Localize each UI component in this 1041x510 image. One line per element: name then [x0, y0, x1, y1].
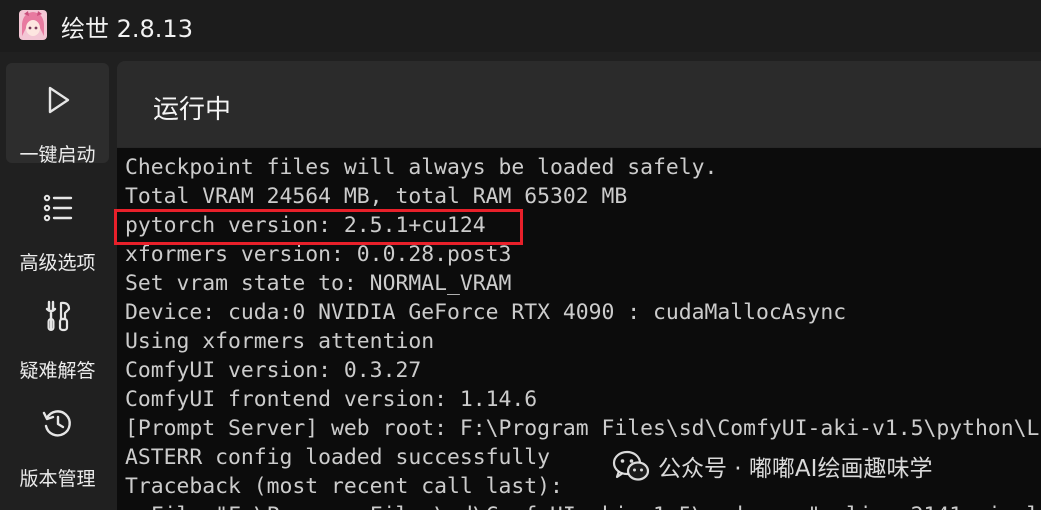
anime-avatar-icon — [19, 10, 47, 40]
console-line: pytorch version: 2.5.1+cu124 — [125, 213, 486, 238]
console-line: Checkpoint files will always be loaded s… — [125, 155, 718, 180]
play-icon — [48, 86, 69, 114]
console-line: Set vram state to: NORMAL_VRAM — [125, 271, 512, 296]
sidebar-item-launch[interactable]: 一键启动 — [6, 63, 109, 166]
console-output[interactable]: Checkpoint files will always be loaded s… — [117, 148, 1041, 510]
console-line: Traceback (most recent call last): — [125, 474, 563, 499]
panel-header: 运行中 — [117, 61, 1041, 147]
sidebar-item-label: 疑难解答 — [19, 360, 96, 382]
page-title: 运行中 — [153, 95, 232, 125]
console-line: ComfyUI version: 0.3.27 — [125, 358, 422, 383]
sidebar-item-label: 一键启动 — [19, 144, 96, 166]
console-line: ASTERR config loaded successfully — [125, 445, 550, 470]
console-line: Device: cuda:0 NVIDIA GeForce RTX 4090 :… — [125, 300, 847, 325]
console-line: ComfyUI frontend version: 1.14.6 — [125, 387, 538, 412]
console-line: Using xformers attention — [125, 329, 435, 354]
sidebar: 一键启动 高级选项 疑难解答 版本管理 — [0, 52, 116, 510]
title-bar: 绘世 2.8.13 — [0, 0, 1041, 52]
console-line: [Prompt Server] web root: F:\Program Fil… — [125, 416, 1041, 441]
sidebar-item-advanced[interactable]: 高级选项 — [6, 171, 109, 274]
sidebar-item-troubleshoot[interactable]: 疑难解答 — [6, 279, 109, 382]
console-line: File "F:\Program Files\sd\ComfyUI-aki-v1… — [125, 501, 1041, 510]
window-title: 绘世 2.8.13 — [61, 15, 193, 43]
console-line: Total VRAM 24564 MB, total RAM 65302 MB — [125, 184, 628, 209]
sidebar-item-version[interactable]: 版本管理 — [6, 387, 109, 490]
sidebar-item-label: 高级选项 — [19, 252, 96, 274]
console-lines: Checkpoint files will always be loaded s… — [125, 153, 1041, 510]
main-panel: 运行中 Checkpoint files will always be load… — [117, 61, 1041, 510]
app-window: 绘世 2.8.13 一键启动 高级选项 疑难解答 版本管理 运行中 Checkp… — [0, 0, 1041, 510]
history-icon — [42, 410, 71, 437]
list-icon — [43, 194, 72, 222]
sidebar-item-label: 版本管理 — [19, 468, 96, 490]
console-line: xformers version: 0.0.28.post3 — [125, 242, 512, 267]
tools-icon — [45, 300, 70, 332]
